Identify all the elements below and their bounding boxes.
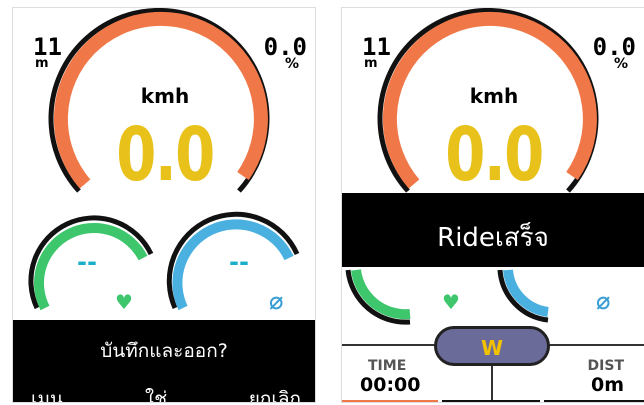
ride-finished-banner: Rideเสร็จ bbox=[342, 193, 644, 267]
heart-icon: ♥ bbox=[442, 290, 460, 314]
save-exit-dialog: บันทึกและออก? เมนู ใช่ ยกเลิก bbox=[13, 320, 315, 402]
softkey-menu[interactable]: เมนู bbox=[31, 384, 63, 402]
heart-rate-value: -- bbox=[77, 248, 97, 276]
grade-unit: % bbox=[613, 56, 628, 72]
page-indicator bbox=[442, 400, 540, 402]
dist-value: 0m bbox=[590, 374, 624, 396]
time-label: TIME bbox=[368, 358, 407, 374]
heart-icon: ♥ bbox=[115, 290, 133, 314]
page-indicator-active bbox=[342, 400, 438, 402]
left-device-screen: 11 m 0.0 % kmh 0.0 -- -- ♥ ⌀ บันทึกและออ… bbox=[12, 7, 316, 403]
sensor-off-icon: ⌀ bbox=[596, 287, 611, 315]
sensor-off-icon: ⌀ bbox=[269, 287, 284, 315]
altitude-unit: m bbox=[364, 56, 378, 71]
speed-unit: kmh bbox=[469, 84, 519, 108]
grade-unit: % bbox=[284, 56, 299, 72]
right-device-screen: 11 m 0.0 % kmh 0.0 Rideเสร็จ ♥ ⌀ TIME 00… bbox=[341, 7, 644, 403]
speed-value: 0.0 bbox=[445, 112, 544, 198]
banner-text: Rideเสร็จ bbox=[437, 223, 549, 253]
softkey-yes[interactable]: ใช่ bbox=[145, 384, 167, 402]
dialog-message: บันทึกและออก? bbox=[100, 340, 228, 362]
speed-value: 0.0 bbox=[116, 112, 215, 198]
altitude-unit: m bbox=[35, 56, 49, 71]
dist-label: DIST bbox=[587, 358, 624, 374]
page-indicator bbox=[544, 400, 644, 402]
power-value: -- bbox=[229, 248, 249, 276]
softkey-cancel[interactable]: ยกเลิก bbox=[249, 384, 301, 402]
power-unit: W bbox=[480, 336, 504, 360]
power-pill: W bbox=[434, 326, 550, 366]
speed-unit: kmh bbox=[140, 84, 190, 108]
time-value: 00:00 bbox=[360, 374, 421, 396]
